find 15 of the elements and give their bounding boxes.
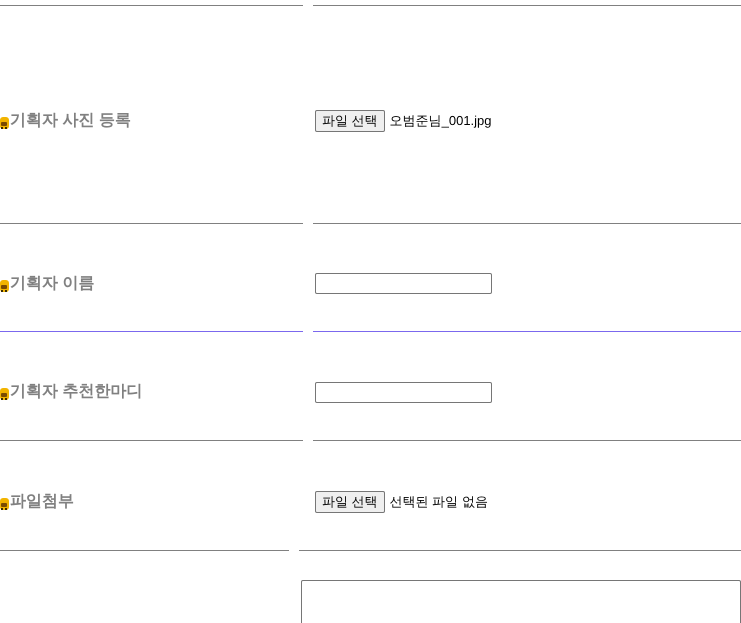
field-label: 파일첨부 [10, 492, 74, 512]
choose-file-button[interactable]: 파일 선택 [315, 490, 385, 512]
emoji-icon [0, 387, 9, 401]
emoji-icon [0, 116, 9, 130]
emoji-icon [0, 278, 9, 292]
text-area[interactable] [301, 580, 741, 623]
field-label: 기획자 사진 등록 [10, 110, 131, 130]
file-name: 오범준님_001.jpg [390, 112, 492, 130]
field-label: 기획자 추천한마디 [10, 382, 142, 402]
emoji-icon [0, 496, 9, 510]
choose-file-button[interactable]: 파일 선택 [315, 110, 385, 132]
file-name: 선택된 파일 없음 [390, 492, 488, 511]
field-label: 기획자 이름 [10, 274, 94, 294]
text-field[interactable] [315, 273, 492, 294]
text-field[interactable] [315, 382, 492, 402]
